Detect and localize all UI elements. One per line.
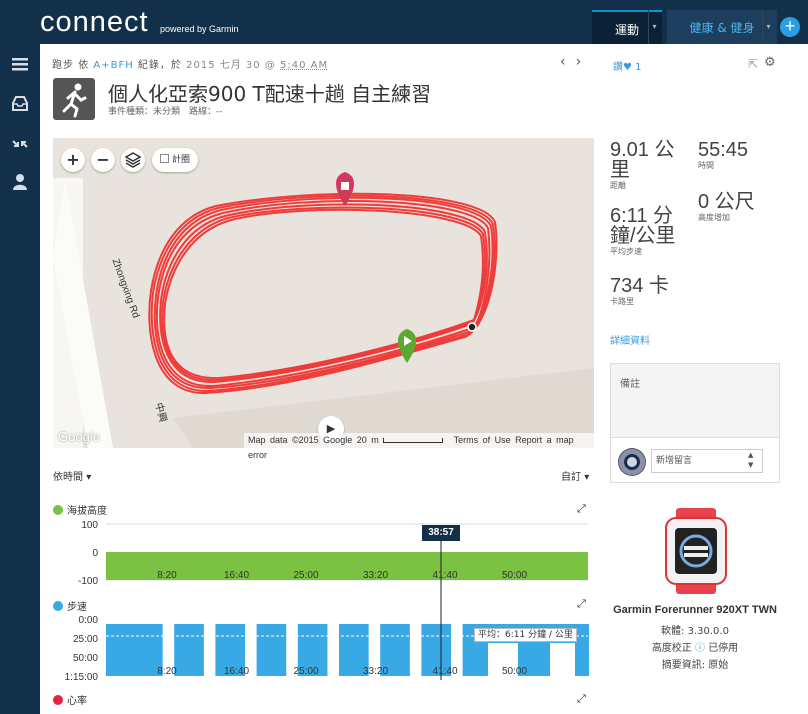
speed-recovery-gap — [327, 624, 339, 677]
elevation-x-tick: 8:20 — [157, 570, 177, 581]
elevation-x-tick: 50:00 — [502, 570, 527, 581]
elevation-x-tick: 41:40 — [432, 570, 457, 581]
speed-y-tick: 1:15:00 — [65, 672, 99, 683]
speed-x-tick: 41:40 — [432, 666, 457, 677]
speed-x-tick: 8:20 — [157, 666, 177, 677]
charts-canvas: 100 0 -100 8:20 16:40 25:00 33:20 41:40 50:00 0:0… — [65, 520, 589, 683]
elevation-y-tick: -100 — [78, 576, 98, 587]
avg-pace-label: 平均：6:11 分鐘 / 公里 — [474, 628, 577, 642]
speed-x-tick: 25:00 — [293, 666, 318, 677]
elevation-y-tick: 100 — [81, 520, 98, 531]
speed-y-tick: 50:00 — [73, 653, 98, 664]
elevation-x-tick: 33:20 — [363, 570, 388, 581]
elevation-x-tick: 16:40 — [224, 570, 249, 581]
speed-x-tick: 50:00 — [502, 666, 527, 677]
speed-y-tick: 0:00 — [79, 615, 99, 626]
elevation-y-tick: 0 — [92, 548, 98, 559]
cursor-time-label: 38:57 — [422, 525, 460, 541]
speed-x-tick: 16:40 — [224, 666, 249, 677]
speed-recovery-gap — [409, 624, 422, 677]
speed-x-tick: 33:20 — [363, 666, 388, 677]
elevation-x-tick: 25:00 — [293, 570, 318, 581]
speed-recovery-gap — [203, 624, 216, 677]
speed-recovery-gap — [550, 643, 575, 677]
speed-y-tick: 25:00 — [73, 634, 98, 645]
